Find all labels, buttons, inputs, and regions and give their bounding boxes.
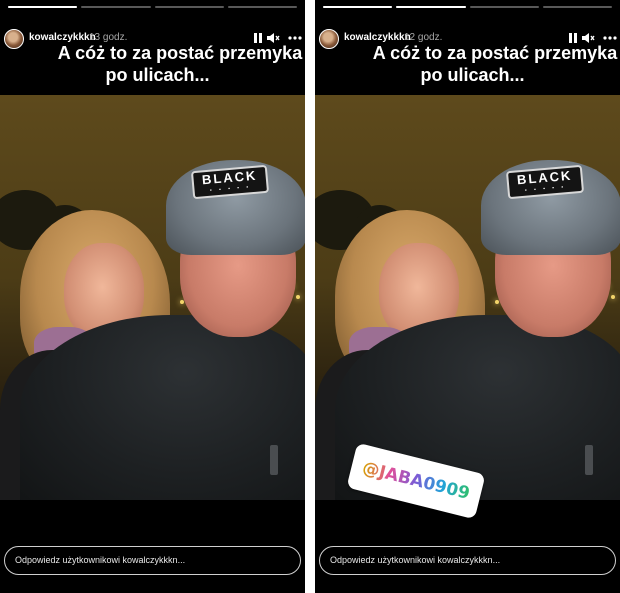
story-caption: A cóż to za postać przemyka po ulicach..… — [315, 42, 620, 86]
reply-placeholder: Odpowiedz użytkownikowi kowalczykkkn... — [330, 555, 501, 565]
caption-line-2: po ulicach... — [105, 65, 210, 85]
progress-segment — [469, 6, 539, 8]
caption-line-1: A cóż to za postać przemyka — [57, 43, 303, 63]
progress-bar — [8, 6, 297, 8]
progress-segment — [323, 6, 393, 8]
reply-input[interactable]: Odpowiedz użytkownikowi kowalczykkkn... — [4, 546, 301, 575]
caption-line-1: A cóż to za postać przemyka — [372, 43, 618, 63]
story-photo: BLACK • • • • • — [0, 95, 305, 500]
progress-segment — [154, 6, 224, 8]
story-panel-1[interactable]: kowalczykkkn 13 godz. BLACK • • • • • A — [0, 0, 305, 593]
progress-segment — [396, 6, 466, 8]
caption-line-2: po ulicach... — [420, 65, 525, 85]
progress-bar — [323, 6, 612, 8]
progress-segment — [227, 6, 297, 8]
progress-segment — [8, 6, 78, 8]
progress-segment — [542, 6, 612, 8]
reply-placeholder: Odpowiedz użytkownikowi kowalczykkkn... — [15, 555, 186, 565]
progress-segment — [81, 6, 151, 8]
reply-input[interactable]: Odpowiedz użytkownikowi kowalczykkkn... — [319, 546, 616, 575]
story-photo: BLACK • • • • • — [315, 95, 620, 500]
story-caption: A cóż to za postać przemyka po ulicach..… — [0, 42, 305, 86]
